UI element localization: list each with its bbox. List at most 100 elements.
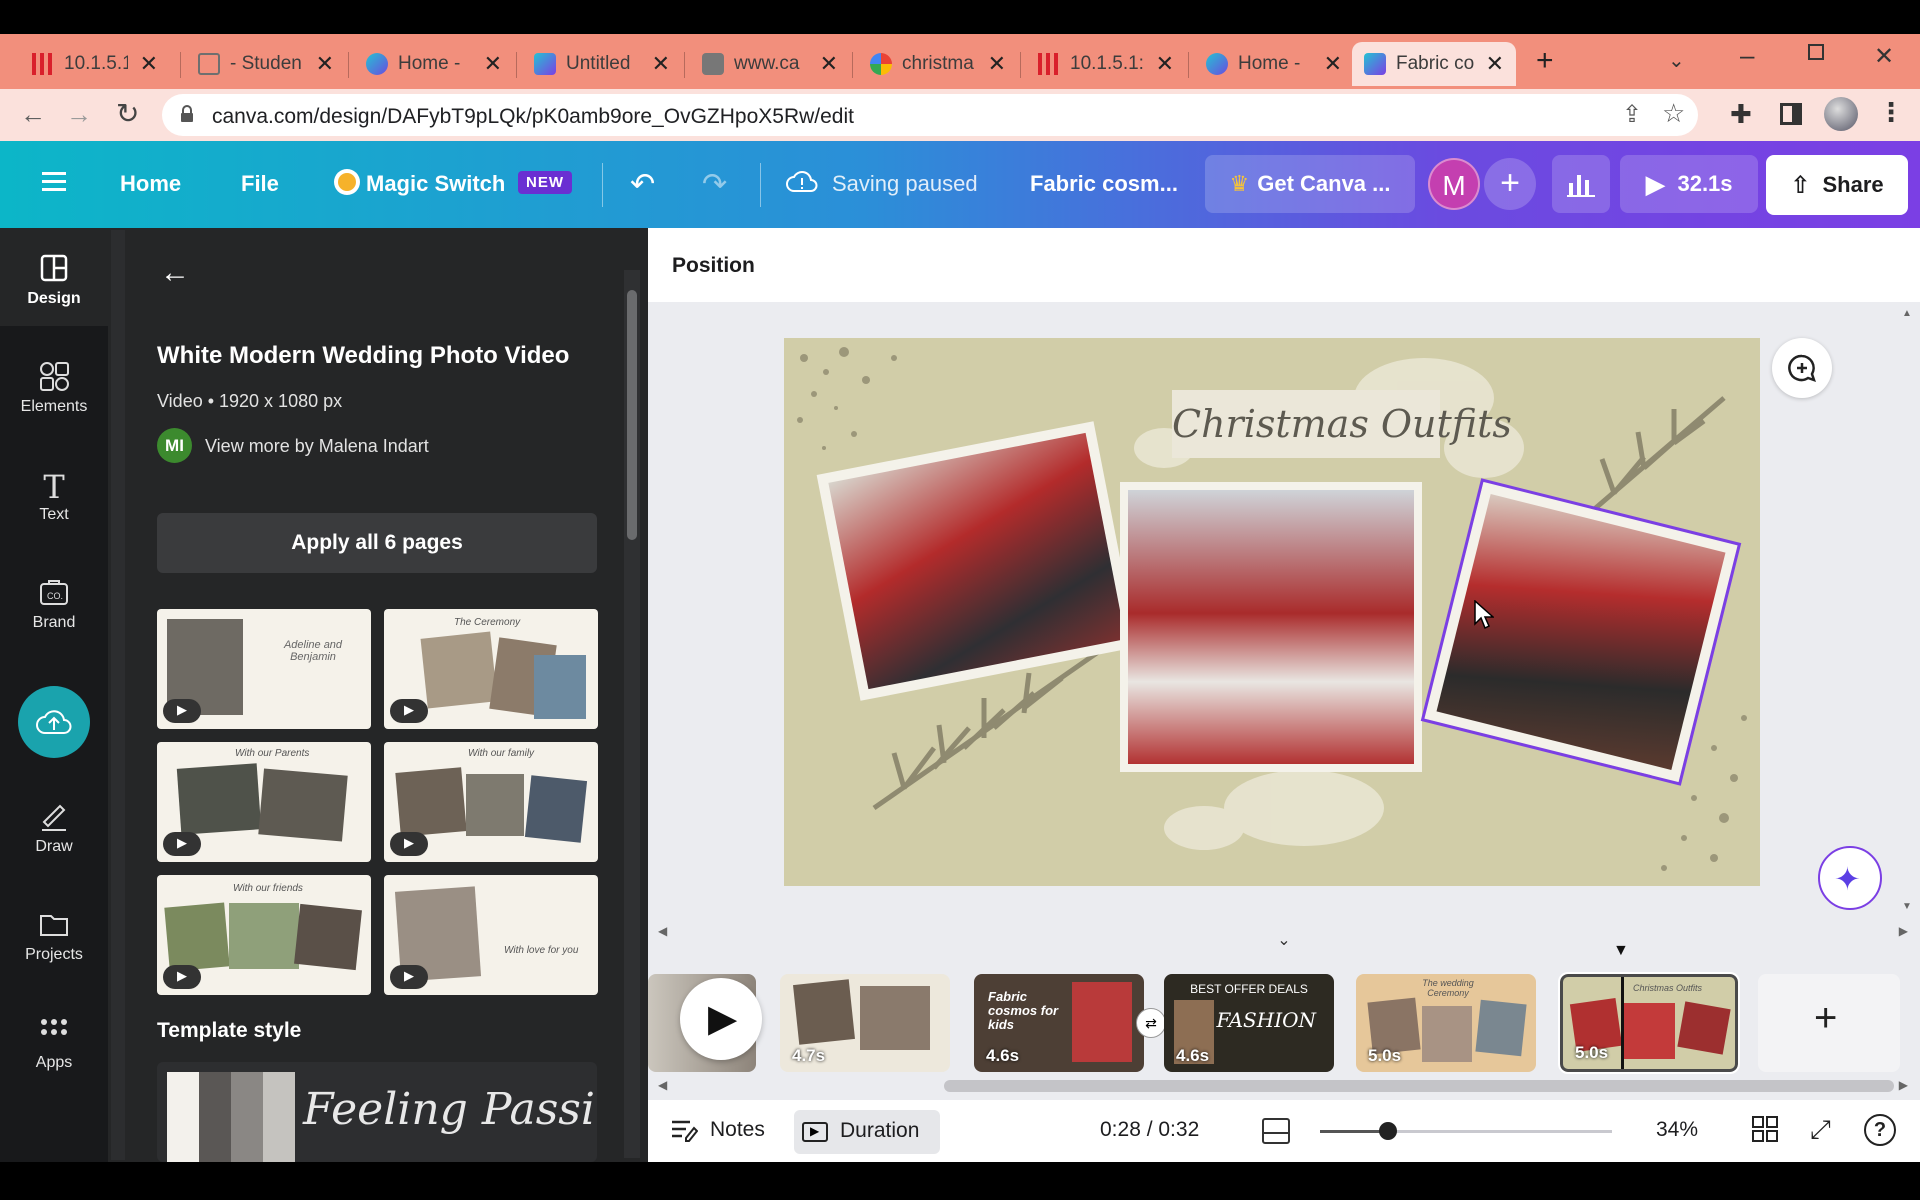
rail-item-text[interactable]: T Text xyxy=(0,444,108,542)
new-tab-button[interactable]: + xyxy=(1536,44,1554,78)
restore-button[interactable] xyxy=(1808,44,1824,60)
saving-status: Saving paused xyxy=(832,171,978,196)
upload-cloud-button[interactable] xyxy=(18,686,90,758)
invite-collaborator-button[interactable]: + xyxy=(1484,158,1536,210)
close-icon[interactable]: ✕ xyxy=(1156,51,1174,77)
file-menu[interactable]: File xyxy=(241,171,279,197)
play-badge-icon: ▶ xyxy=(390,699,428,723)
zoom-percentage[interactable]: 34% xyxy=(1656,1118,1698,1142)
template-page-thumbnail[interactable]: With our family ▶ xyxy=(384,742,598,862)
timeline-scrollbar[interactable]: ◀ ▶ xyxy=(658,1078,1908,1094)
author-link[interactable]: View more by Malena Indart xyxy=(205,436,429,457)
apply-all-pages-button[interactable]: Apply all 6 pages xyxy=(157,513,597,573)
close-icon[interactable]: ✕ xyxy=(988,51,1006,77)
panel-scrollbar[interactable] xyxy=(624,270,640,1158)
get-canva-pro-button[interactable]: ♛ Get Canva ... xyxy=(1205,155,1415,213)
close-icon[interactable]: ✕ xyxy=(140,51,158,77)
grid-view-icon[interactable] xyxy=(1752,1116,1778,1142)
rail-item-elements[interactable]: Elements xyxy=(0,336,108,434)
add-page-button[interactable]: + xyxy=(1758,974,1900,1072)
browser-tab[interactable]: www.ca ✕ xyxy=(690,42,850,86)
magic-switch-button[interactable]: Magic Switch xyxy=(366,171,505,197)
share-page-icon[interactable]: ⇪ xyxy=(1622,100,1642,129)
panel-left-scroll-track[interactable] xyxy=(111,230,125,1160)
back-arrow-icon[interactable]: ← xyxy=(20,99,46,130)
template-page-thumbnail[interactable]: With our friends ▶ xyxy=(157,875,371,995)
browser-tab[interactable]: 10.1.5.1: ✕ xyxy=(20,42,170,86)
hamburger-menu-icon[interactable] xyxy=(42,171,66,193)
side-panel-icon[interactable] xyxy=(1780,103,1802,125)
browser-tab[interactable]: Untitled ✕ xyxy=(522,42,682,86)
url-text: canva.com/design/DAFybT9pLQk/pK0amb9ore_… xyxy=(212,105,854,128)
back-arrow-icon[interactable]: ← xyxy=(160,256,190,290)
user-avatar[interactable]: M xyxy=(1428,158,1480,210)
template-page-thumbnail[interactable]: With our Parents ▶ xyxy=(157,742,371,862)
close-icon[interactable]: ✕ xyxy=(316,51,334,77)
undo-icon[interactable]: ↶ xyxy=(630,167,655,202)
help-icon[interactable]: ? xyxy=(1864,1114,1896,1146)
design-slide[interactable]: Christmas Outfits xyxy=(784,338,1760,886)
duration-button[interactable]: ▶ Duration xyxy=(794,1110,940,1154)
photo-frame-center[interactable] xyxy=(1120,482,1422,772)
browser-menu-icon[interactable]: ⋮ xyxy=(1878,97,1904,128)
design-title[interactable]: Fabric cosm... xyxy=(1030,171,1178,197)
rail-item-projects[interactable]: Projects xyxy=(0,884,108,982)
timeline-scroll-thumb[interactable] xyxy=(944,1080,1894,1092)
bookmark-star-icon[interactable]: ☆ xyxy=(1662,98,1685,129)
close-icon[interactable]: ✕ xyxy=(484,51,502,77)
rail-item-brand[interactable]: CO. Brand xyxy=(0,552,108,650)
notes-button[interactable]: Notes xyxy=(710,1118,765,1142)
add-comment-button[interactable] xyxy=(1772,338,1832,398)
template-page-thumbnail[interactable]: The Ceremony ▶ xyxy=(384,609,598,729)
timeline-clip[interactable]: The wedding Ceremony 5.0s xyxy=(1356,974,1536,1072)
close-icon[interactable]: ✕ xyxy=(652,51,670,77)
template-page-thumbnail[interactable]: Adeline and Benjamin ▶ xyxy=(157,609,371,729)
reload-icon[interactable]: ↻ xyxy=(116,97,139,130)
template-page-thumbnail[interactable]: With love for you ▶ xyxy=(384,875,598,995)
insights-chart-icon[interactable] xyxy=(1552,155,1610,213)
rail-item-draw[interactable]: Draw xyxy=(0,776,108,874)
forward-arrow-icon[interactable]: → xyxy=(66,99,92,130)
extensions-puzzle-icon[interactable]: ✚ xyxy=(1730,99,1752,130)
timeline-play-button[interactable]: ▶ xyxy=(680,978,762,1060)
omnibox[interactable]: canva.com/design/DAFybT9pLQk/pK0amb9ore_… xyxy=(162,94,1698,136)
browser-tab[interactable]: Home - ✕ xyxy=(354,42,514,86)
timeline-collapse-chevron-icon[interactable]: ⌄ xyxy=(1236,930,1332,952)
browser-tab[interactable]: Home - ✕ xyxy=(1194,42,1354,86)
rail-item-design[interactable]: Design xyxy=(0,228,108,326)
transition-icon[interactable]: ⇄ xyxy=(1136,1008,1166,1038)
author-avatar: MI xyxy=(157,428,192,463)
tab-search-chevron-icon[interactable]: ⌄ xyxy=(1668,48,1685,73)
canvas-vertical-scrollbar[interactable]: ▲ ▼ xyxy=(1900,306,1914,914)
timeline-clip[interactable]: 4.7s xyxy=(780,974,950,1072)
browser-tab[interactable]: 10.1.5.1: ✕ xyxy=(1026,42,1186,86)
panel-scroll-thumb[interactable] xyxy=(627,290,637,540)
close-icon[interactable]: ✕ xyxy=(1486,51,1504,77)
close-icon[interactable]: ✕ xyxy=(820,51,838,77)
window-close-button[interactable]: ✕ xyxy=(1874,42,1894,71)
profile-avatar[interactable] xyxy=(1824,97,1858,131)
browser-tab[interactable]: - Studen ✕ xyxy=(186,42,346,86)
rail-item-apps[interactable]: Apps xyxy=(0,992,108,1090)
page-layout-icon[interactable] xyxy=(1262,1118,1290,1144)
minimize-button[interactable]: – xyxy=(1740,40,1754,71)
close-icon[interactable]: ✕ xyxy=(1324,51,1342,77)
slide-title[interactable]: Christmas Outfits xyxy=(1172,402,1512,446)
magic-assistant-button[interactable]: ✦ xyxy=(1818,846,1882,910)
zoom-slider[interactable] xyxy=(1320,1122,1612,1140)
timeline-clip[interactable]: Fabric cosmos for kids 4.6s xyxy=(974,974,1144,1072)
position-button[interactable]: Position xyxy=(672,254,755,278)
share-button[interactable]: ⇧ Share xyxy=(1766,155,1908,215)
browser-tab-active[interactable]: Fabric co ✕ xyxy=(1352,42,1516,86)
redo-icon[interactable]: ↷ xyxy=(702,167,727,202)
timeline-clip[interactable]: BEST OFFER DEALS FASHION 4.6s xyxy=(1164,974,1334,1072)
tab-divider xyxy=(1020,52,1021,78)
template-style-card[interactable]: Feeling Passi xyxy=(157,1062,597,1162)
browser-tab[interactable]: christma ✕ xyxy=(858,42,1018,86)
home-menu[interactable]: Home xyxy=(120,171,181,197)
fullscreen-icon[interactable]: ⤢ xyxy=(1810,1114,1831,1146)
playhead-marker-icon[interactable]: ▼ xyxy=(1613,942,1629,960)
zoom-slider-knob[interactable] xyxy=(1379,1122,1397,1140)
present-play-button[interactable]: ▶ 32.1s xyxy=(1620,155,1758,213)
timeline-clip-selected[interactable]: Christmas Outfits 5.0s xyxy=(1558,972,1740,1074)
